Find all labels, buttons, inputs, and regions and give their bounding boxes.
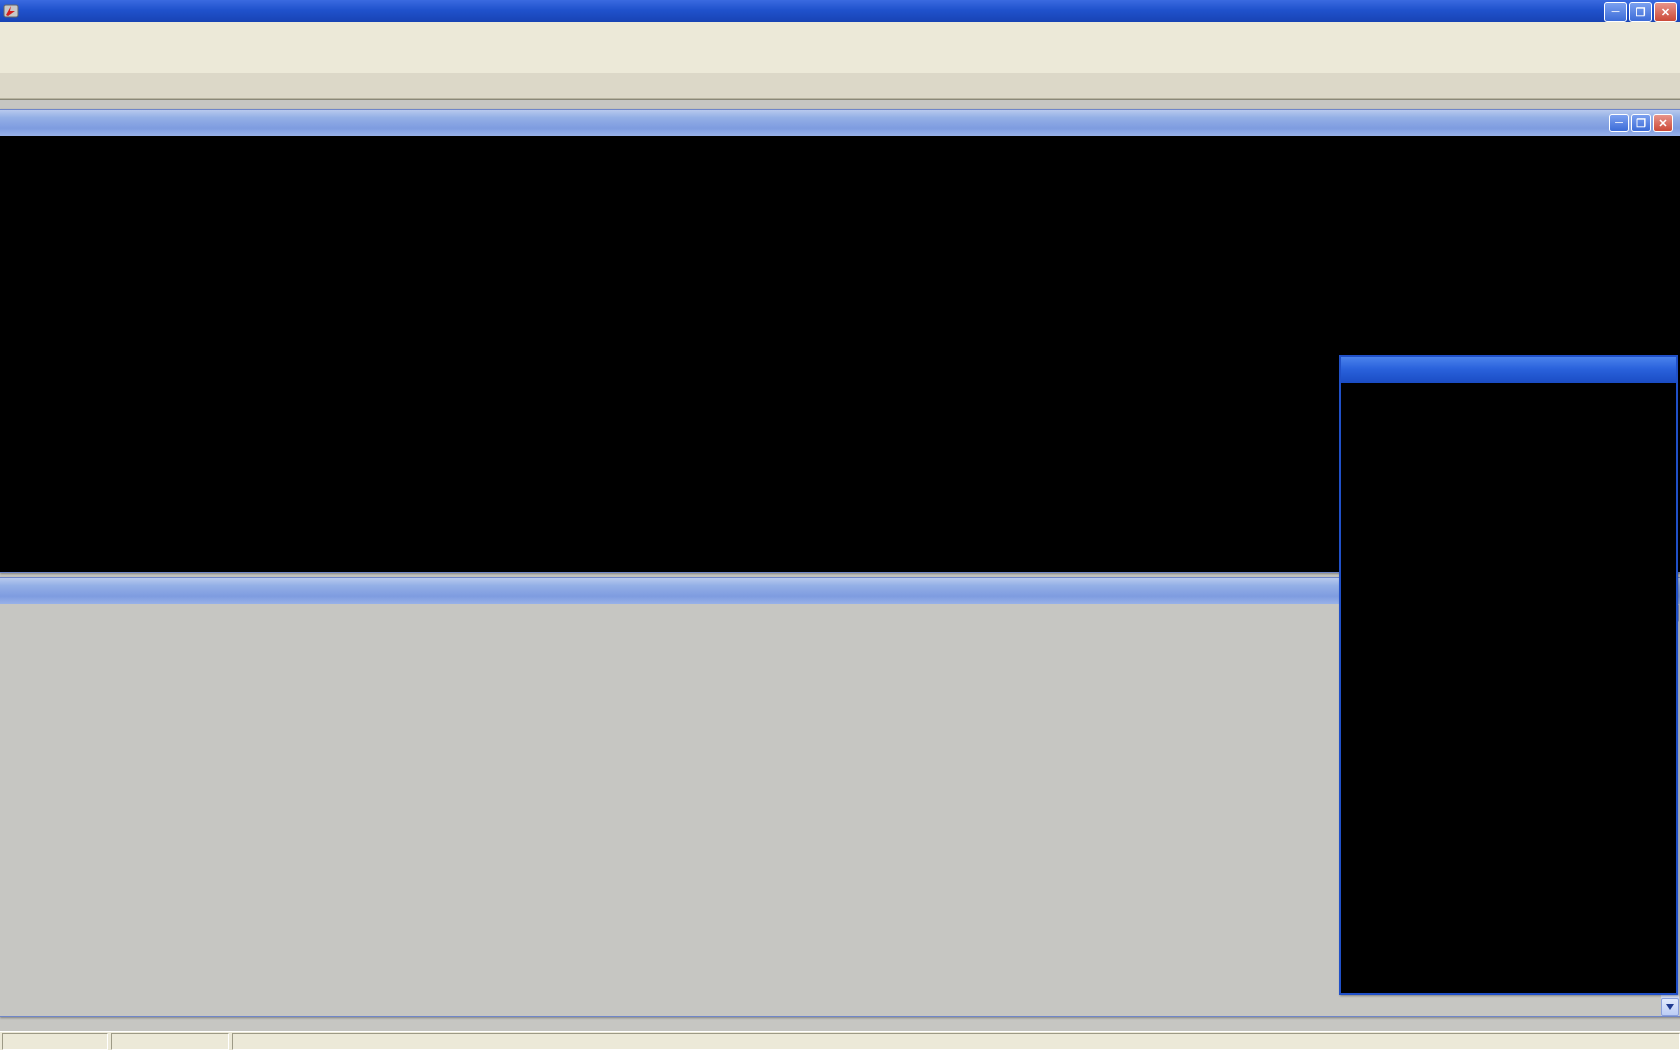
toolbar [0, 44, 1680, 74]
waveform-window-titlebar[interactable]: ─ ❐ ✕ [0, 110, 1680, 136]
minimize-button[interactable]: ─ [1604, 2, 1627, 22]
mdi-area: ─ ❐ ✕ [0, 99, 1680, 1032]
minimize-button[interactable]: ─ [1609, 114, 1629, 132]
cursor-y-readout [111, 1033, 229, 1050]
maximize-button[interactable]: ❐ [1629, 2, 1652, 22]
tab-bar [0, 73, 1680, 99]
close-button[interactable]: ✕ [1654, 2, 1677, 22]
spectrum-window-titlebar[interactable] [1341, 357, 1676, 383]
waveform-icon [1345, 362, 1362, 378]
waveform-icon [4, 115, 21, 131]
spectrum-plot[interactable] [1341, 383, 1676, 993]
status-filler [232, 1033, 1680, 1050]
menu-bar [0, 22, 1680, 45]
title-bar[interactable]: ─ ❐ ✕ [0, 0, 1680, 22]
app-icon [3, 3, 19, 19]
schematic-icon [4, 583, 21, 599]
close-button[interactable]: ✕ [1653, 114, 1673, 132]
ltspice-app: ─ ❐ ✕ ─ ❐ ✕ [0, 0, 1680, 1050]
cursor-x-readout [2, 1033, 108, 1050]
spectrum-window [1339, 355, 1678, 995]
scroll-down-button[interactable] [1661, 998, 1679, 1016]
status-bar [0, 1031, 1680, 1050]
maximize-button[interactable]: ❐ [1631, 114, 1651, 132]
spectrum-chart [1341, 383, 1672, 989]
